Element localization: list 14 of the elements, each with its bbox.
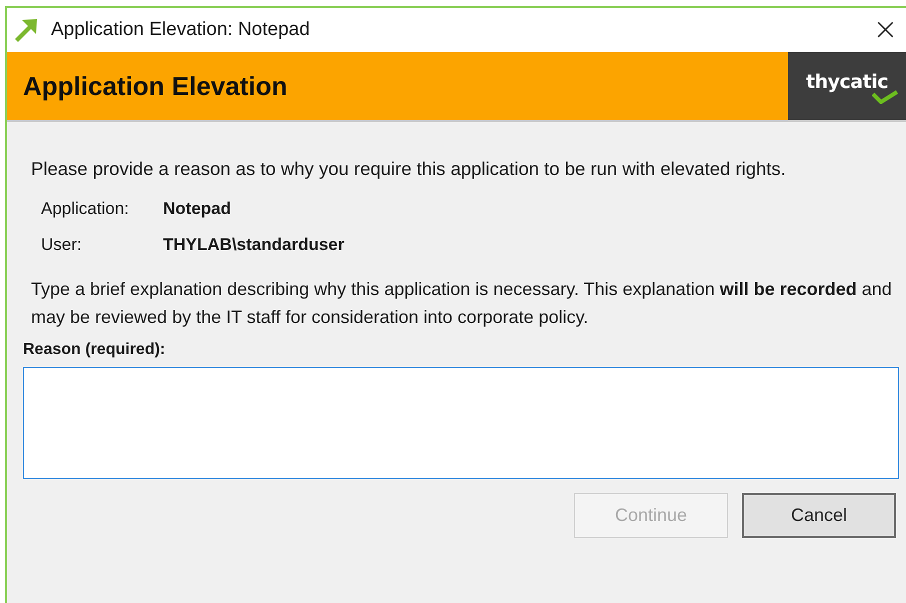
explanation-text: Type a brief explanation describing why this application is necessary. This explanation will be recorded and may be reviewed by the IT staff for consideration into corporate policy. xyxy=(31,278,893,329)
close-button[interactable]: × xyxy=(872,15,906,45)
intro-text: Please provide a reason as to why you require this application to be run with elevated rights. xyxy=(31,157,787,181)
dialog-button[interactable]: Cancel xyxy=(742,493,896,538)
detail-label: User: xyxy=(41,235,83,255)
detail-label: Application: xyxy=(41,199,130,219)
logo-text: thycatic xyxy=(806,71,888,93)
detail-value: THYLAB\standarduser xyxy=(163,235,346,255)
header-title: Application Elevation xyxy=(22,70,288,102)
arrow-icon xyxy=(13,17,39,43)
detail-value: Notepad xyxy=(163,199,232,219)
reason-label: Reason (required): xyxy=(23,341,166,359)
reason-field[interactable] xyxy=(23,367,899,479)
window-title: Application Elevation: Notepad xyxy=(51,19,310,41)
